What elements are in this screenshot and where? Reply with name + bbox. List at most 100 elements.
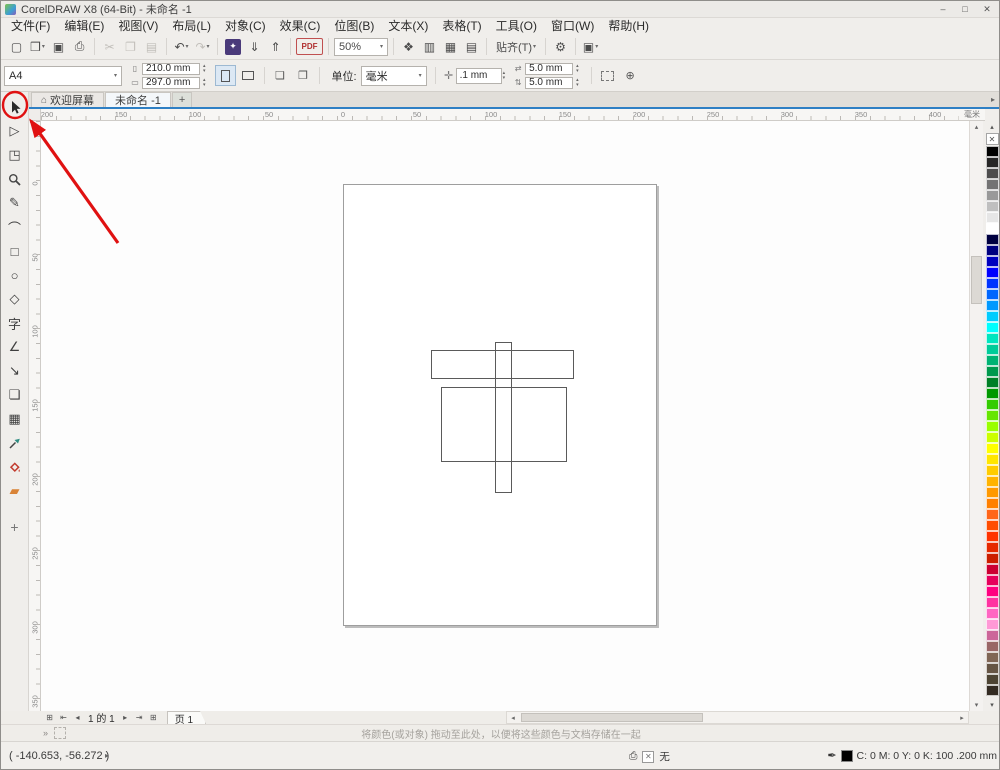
menu-item-text[interactable]: 文本(X)	[381, 18, 435, 34]
color-swatch[interactable]	[985, 564, 999, 575]
portrait-button[interactable]	[214, 65, 236, 86]
color-swatch[interactable]	[985, 201, 999, 212]
new-document-tab-button[interactable]: +	[171, 92, 193, 107]
transparency-tool[interactable]: ▦	[3, 407, 27, 431]
quick-customize-button[interactable]: ▣ ▾	[581, 37, 600, 57]
zoom-level-combo[interactable]: 50% ▾	[334, 37, 388, 56]
color-swatch[interactable]	[985, 553, 999, 564]
color-swatch[interactable]	[985, 630, 999, 641]
horizontal-ruler[interactable]: 200 150 100 50 0 50 100 150 200 250 300 350 400	[41, 109, 959, 121]
tab-welcome-screen[interactable]: ⌂ 欢迎屏幕	[31, 92, 105, 107]
color-swatch[interactable]	[985, 322, 999, 333]
color-swatch[interactable]	[985, 498, 999, 509]
menu-item-edit[interactable]: 编辑(E)	[57, 18, 111, 34]
connector-tool[interactable]: ↘	[3, 359, 27, 383]
maximize-button[interactable]: □	[955, 2, 975, 16]
smart-fill-tool[interactable]	[3, 455, 27, 479]
color-swatch[interactable]	[985, 487, 999, 498]
ellipse-tool[interactable]: ○	[3, 263, 27, 287]
color-swatch[interactable]	[985, 311, 999, 322]
color-swatch[interactable]	[985, 212, 999, 223]
pick-tool[interactable]	[3, 95, 27, 119]
shape-tool[interactable]: ▷	[3, 119, 27, 143]
horizontal-scrollbar[interactable]: ◂ ▸	[506, 711, 969, 724]
menu-item-tools[interactable]: 工具(O)	[489, 18, 544, 34]
zoom-tool[interactable]	[3, 167, 27, 191]
coords-flyout-icon[interactable]: ▸	[105, 751, 109, 760]
add-page-button[interactable]: ⊞	[43, 712, 56, 724]
export-button[interactable]: ⇑	[266, 37, 285, 57]
color-swatch[interactable]	[985, 575, 999, 586]
text-tool[interactable]: 字	[3, 311, 27, 335]
scroll-left-button[interactable]: ◂	[507, 712, 519, 723]
tab-scroll-right-button[interactable]: ▸	[987, 92, 999, 107]
minimize-button[interactable]: –	[933, 2, 953, 16]
eyedropper-tool[interactable]	[3, 431, 27, 455]
color-swatch[interactable]	[985, 674, 999, 685]
snap-to-button[interactable]: 贴齐(T) ▾	[492, 37, 540, 57]
import-button[interactable]: ⇓	[245, 37, 264, 57]
menu-item-bitmaps[interactable]: 位图(B)	[327, 18, 381, 34]
next-page-button[interactable]: ▸	[119, 712, 132, 724]
page-tab-1[interactable]: 页 1	[167, 711, 206, 724]
fullscreen-preview-button[interactable]: ❖	[399, 37, 418, 57]
duplicate-y-input[interactable]: 5.0 mm	[525, 76, 574, 89]
color-swatch[interactable]	[985, 531, 999, 542]
color-swatch[interactable]	[985, 443, 999, 454]
ruler-origin-button[interactable]	[29, 109, 41, 121]
color-swatch[interactable]	[985, 663, 999, 674]
new-document-button[interactable]: ▢	[7, 37, 26, 57]
color-swatch[interactable]	[985, 520, 999, 531]
vertical-scrollbar[interactable]: ▴ ▾	[969, 121, 983, 711]
page-width-spinner[interactable]: ▴ ▾	[203, 63, 206, 74]
open-button[interactable]: ❒ ▾	[28, 37, 47, 57]
dimension-tool[interactable]: ∠	[3, 335, 27, 359]
color-swatch[interactable]	[985, 542, 999, 553]
nudge-spinner[interactable]: ▴ ▾	[503, 70, 506, 81]
palette-scroll-up-button[interactable]: ▴	[985, 121, 999, 133]
menu-item-layout[interactable]: 布局(L)	[165, 18, 218, 34]
nudge-input[interactable]: .1 mm	[455, 67, 502, 84]
menu-item-view[interactable]: 视图(V)	[111, 18, 165, 34]
color-swatch[interactable]	[985, 289, 999, 300]
color-swatch[interactable]	[985, 509, 999, 520]
drop-shadow-tool[interactable]: ❏	[3, 383, 27, 407]
canvas-area[interactable]	[41, 121, 969, 711]
eraser-tool[interactable]: ▰	[3, 479, 27, 503]
undo-button[interactable]: ↶ ▾	[172, 37, 191, 57]
add-tools-button[interactable]: +	[3, 515, 27, 539]
duplicate-y-spinner[interactable]: ▴ ▾	[576, 77, 579, 88]
color-swatch[interactable]	[985, 454, 999, 465]
color-swatch[interactable]	[985, 685, 999, 696]
menu-item-effects[interactable]: 效果(C)	[273, 18, 328, 34]
current-page-button[interactable]: ❐	[293, 65, 314, 86]
close-button[interactable]: ✕	[977, 2, 997, 16]
color-swatch[interactable]	[985, 179, 999, 190]
vertical-scroll-thumb[interactable]	[971, 256, 982, 304]
color-swatch[interactable]	[985, 278, 999, 289]
horizontal-scroll-thumb[interactable]	[521, 713, 703, 722]
duplicate-x-input[interactable]: 5.0 mm	[525, 62, 574, 75]
crop-tool[interactable]: ◳	[3, 143, 27, 167]
last-page-button[interactable]: ⇥	[133, 712, 146, 724]
color-swatch[interactable]	[985, 608, 999, 619]
freehand-tool[interactable]: ✎	[3, 191, 27, 215]
options-button[interactable]: ⚙	[551, 37, 570, 57]
publish-pdf-button[interactable]: PDF	[296, 38, 323, 55]
menu-item-table[interactable]: 表格(T)	[435, 18, 488, 34]
drawn-rectangle-3[interactable]	[441, 387, 567, 462]
scroll-right-button[interactable]: ▸	[956, 712, 968, 723]
color-swatch[interactable]	[985, 476, 999, 487]
page-width-input[interactable]: 210.0 mm	[142, 62, 200, 75]
landscape-button[interactable]	[238, 65, 259, 86]
color-swatch[interactable]	[985, 245, 999, 256]
color-swatch[interactable]	[985, 421, 999, 432]
expand-properties-button[interactable]: ⊕	[620, 65, 641, 86]
color-swatch[interactable]	[985, 146, 999, 157]
document-palette-flyout-icon[interactable]: »	[43, 728, 48, 738]
menu-item-object[interactable]: 对象(C)	[218, 18, 273, 34]
color-swatch[interactable]	[985, 256, 999, 267]
color-swatch[interactable]	[985, 300, 999, 311]
all-pages-button[interactable]: ❏	[270, 65, 291, 86]
page-height-input[interactable]: 297.0 mm	[142, 76, 200, 89]
